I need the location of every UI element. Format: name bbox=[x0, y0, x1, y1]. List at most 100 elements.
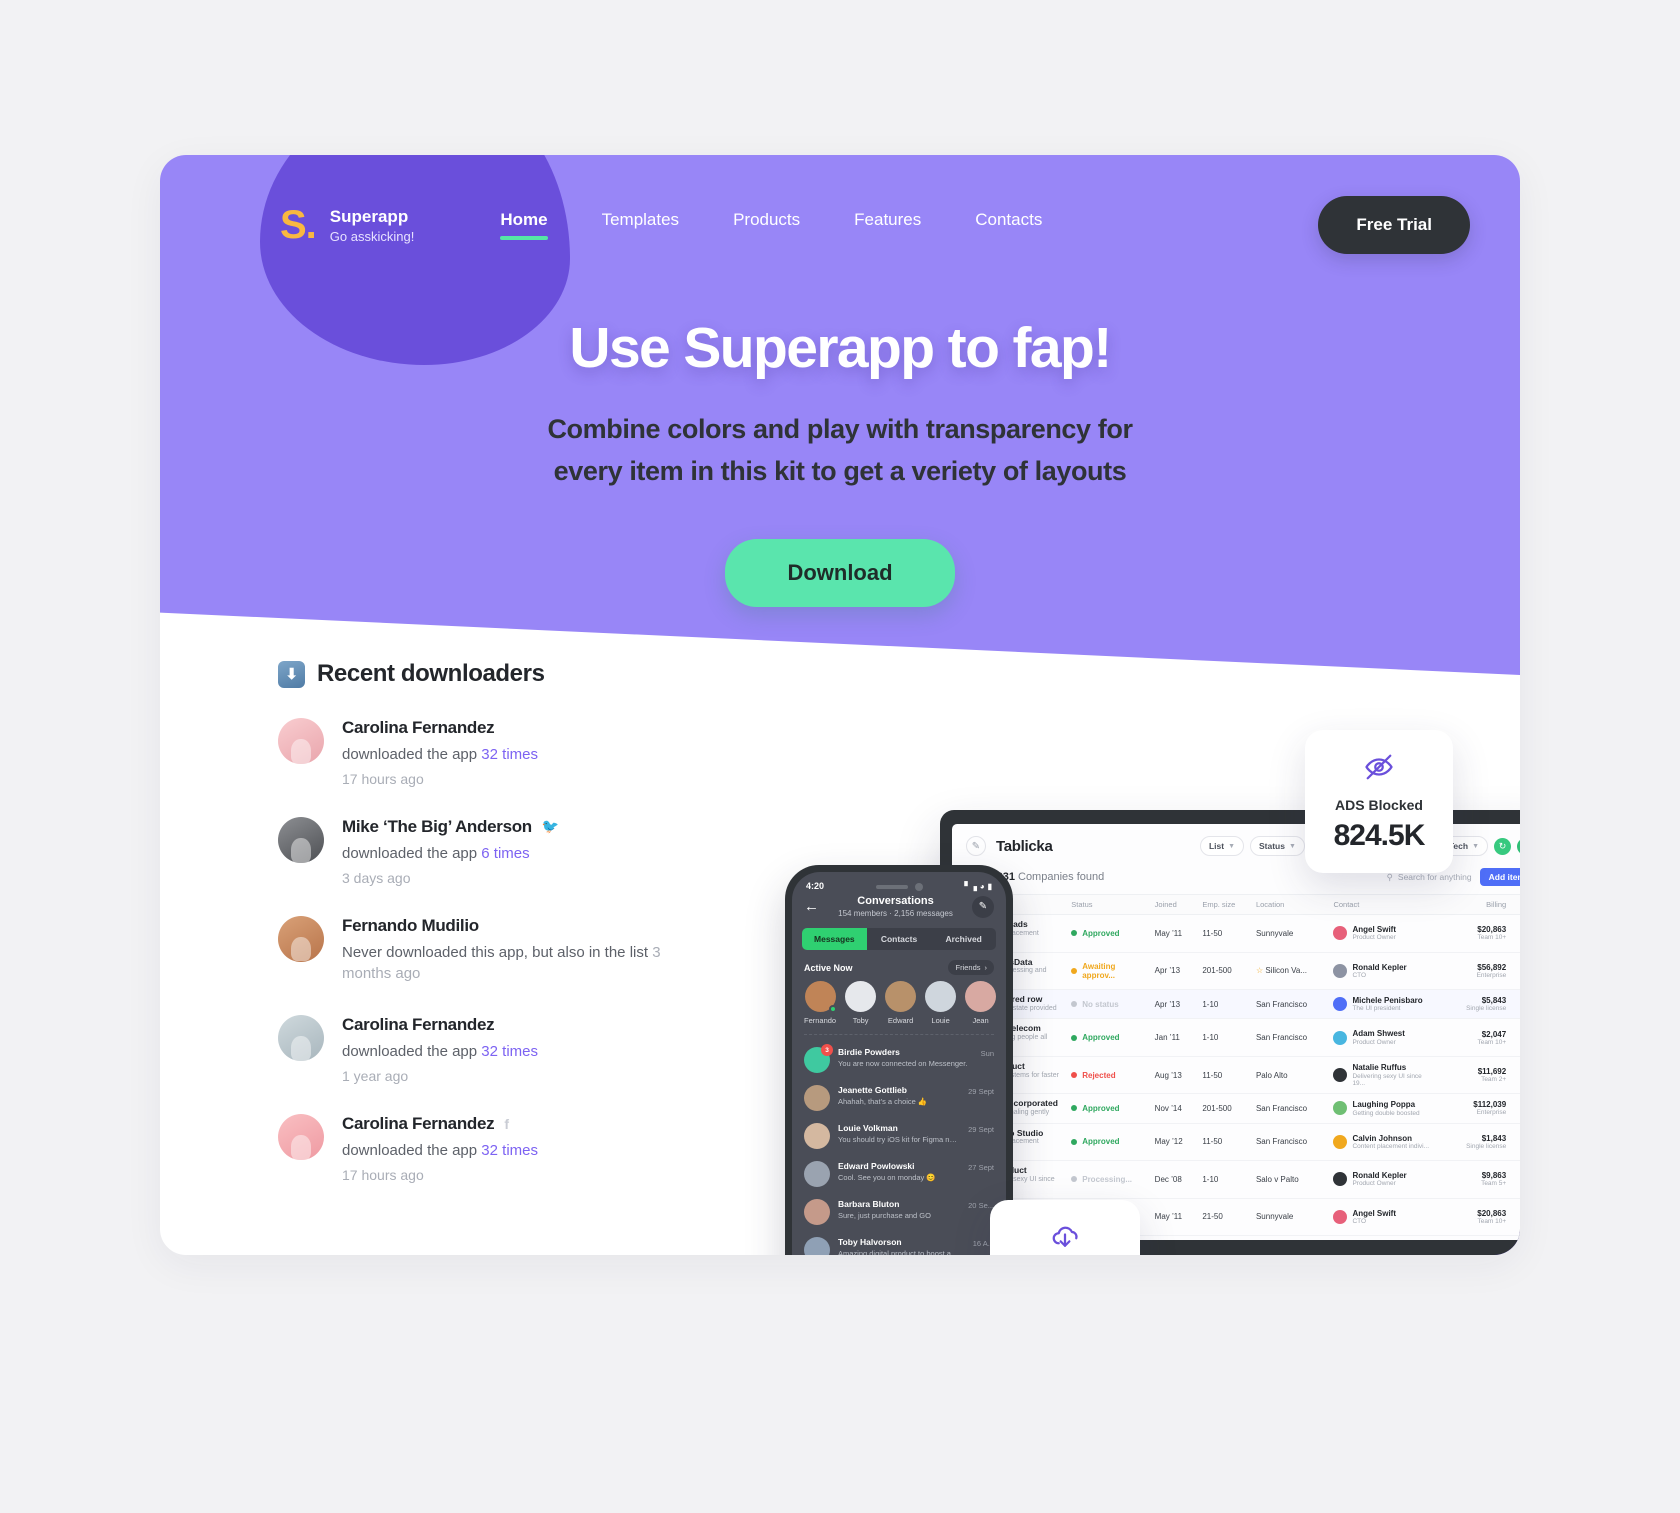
nav-item-contacts[interactable]: Contacts bbox=[975, 210, 1042, 240]
contact-role: CTO bbox=[1352, 1217, 1367, 1225]
column-header[interactable]: Billing bbox=[1440, 894, 1513, 915]
downloader-times-link[interactable]: 32 times bbox=[481, 1043, 538, 1060]
check-icon[interactable]: ✓ bbox=[1517, 837, 1520, 855]
messages-list: 3 Birdie Powders You are now connected on … bbox=[792, 1035, 1006, 1255]
contact-avatar bbox=[1333, 1101, 1348, 1116]
dashboard-screen: ✎ Tablicka List▼Status▼Locaton▼Billing▼T… bbox=[952, 824, 1520, 1240]
eye-off-icon bbox=[1315, 752, 1443, 787]
table-row[interactable]: JTJopka TelecomConnecting people all ove… bbox=[952, 1018, 1520, 1057]
downloader-row[interactable]: Carolina Fernandez downloaded the app 32 … bbox=[278, 718, 708, 787]
downloader-row[interactable]: Carolina Fernandez f downloaded the app 32… bbox=[278, 1113, 708, 1183]
table-row[interactable]: SXSexproductDelivering sexy UI since 19.… bbox=[952, 1160, 1520, 1199]
message-row[interactable]: Louie Volkman You should try iOS kit for … bbox=[792, 1117, 1006, 1155]
add-item-button[interactable]: Add item bbox=[1479, 868, 1520, 886]
table-row[interactable]: ChChurkasDataVoice processing and anal..… bbox=[952, 952, 1520, 991]
downloader-desc-prefix: downloaded the app bbox=[342, 1043, 482, 1060]
downloader-times-link[interactable]: 32 times bbox=[481, 746, 538, 763]
downloader-time: 3 days ago bbox=[342, 869, 411, 886]
cell-billing: $9,863 Team 5+ bbox=[1440, 1160, 1513, 1199]
status-indicators: ▘▗ ◕ ▮ bbox=[964, 882, 992, 891]
status-dot-icon bbox=[1071, 1138, 1078, 1145]
row-edit-icon[interactable]: ⊘ bbox=[1512, 952, 1520, 991]
message-row[interactable]: Barbara Bluton Sure, just purchase and GO… bbox=[792, 1193, 1006, 1231]
status-time: 4:20 bbox=[806, 881, 825, 891]
row-edit-icon[interactable]: ⊘ bbox=[1512, 1123, 1520, 1162]
column-header[interactable]: Contact bbox=[1327, 894, 1441, 915]
row-edit-icon[interactable]: ⊘ bbox=[1512, 1018, 1520, 1057]
table-row[interactable]: DIDutka IncorporatedWe are inhaling gent… bbox=[952, 1093, 1520, 1124]
downloader-times-link[interactable]: 32 times bbox=[481, 1142, 538, 1159]
downloader-desc-prefix: Never downloaded this app, but also in t… bbox=[342, 943, 653, 961]
page-title: Use Superapp to fap! bbox=[569, 316, 1112, 380]
cell-status: Awaiting approv... bbox=[1065, 952, 1149, 991]
nav-item-home[interactable]: Home bbox=[500, 210, 548, 240]
contact-name: Adam Shwest bbox=[1352, 1029, 1405, 1039]
table-row[interactable]: SPSetproductDesign systems for faster ..… bbox=[952, 1056, 1520, 1095]
cell-location: Sunnyvale bbox=[1249, 1198, 1328, 1237]
nav-item-products[interactable]: Products bbox=[733, 210, 800, 240]
cell-emp-size: 21-50 bbox=[1196, 1198, 1250, 1237]
online-dot-icon bbox=[828, 1005, 837, 1013]
phone-tab-contacts[interactable]: Contacts bbox=[866, 928, 932, 950]
brand-logo[interactable]: S. Superapp Go asskicking! bbox=[280, 205, 414, 245]
contact-role: Delivering sexy UI since 19... bbox=[1352, 1072, 1422, 1087]
pencil-icon[interactable]: ✎ bbox=[966, 836, 986, 856]
active-person[interactable]: Toby bbox=[845, 981, 877, 1025]
message-row[interactable]: 3 Birdie Powders You are now connected on … bbox=[792, 1041, 1006, 1079]
top-navigation: S. Superapp Go asskicking! Home Templates… bbox=[160, 155, 1520, 295]
phone-tab-messages[interactable]: Messages bbox=[802, 928, 867, 950]
message-row[interactable]: Toby Halvorson Amazing digital product to… bbox=[792, 1231, 1006, 1255]
table-row[interactable]: CHCrazyheadsContent placement individ...… bbox=[952, 914, 1520, 953]
compose-icon[interactable]: ✎ bbox=[972, 895, 994, 918]
filter-chip-status[interactable]: Status ▼ bbox=[1250, 836, 1305, 856]
column-header[interactable]: Joined bbox=[1148, 894, 1197, 915]
row-edit-icon[interactable]: ⊘ bbox=[1512, 1160, 1520, 1199]
nav-item-features[interactable]: Features bbox=[854, 210, 921, 240]
message-row[interactable]: Edward Powlowski Cool. See you on monday … bbox=[792, 1155, 1006, 1193]
download-button[interactable]: Download bbox=[725, 538, 955, 607]
row-edit-icon[interactable]: ✎ bbox=[1512, 989, 1520, 1020]
billing-amount: $11,692 bbox=[1477, 1067, 1507, 1077]
downloader-row[interactable]: Carolina Fernandez downloaded the app 32 … bbox=[278, 1015, 708, 1084]
downloader-row[interactable]: Mike ‘The Big’ Anderson 🐦 downloaded the a… bbox=[278, 816, 708, 886]
row-edit-icon[interactable]: ⊘ bbox=[1512, 1198, 1520, 1237]
active-person[interactable]: Jean bbox=[965, 981, 997, 1025]
column-header[interactable]: Edit bbox=[1512, 894, 1520, 915]
downloaders-list: Carolina Fernandez downloaded the app 32 … bbox=[278, 718, 708, 1183]
table-header-row: CompanyStatusJoinedEmp. sizeLocationCont… bbox=[952, 894, 1520, 915]
column-header[interactable]: Emp. size bbox=[1196, 894, 1250, 915]
free-trial-button[interactable]: Free Trial bbox=[1318, 196, 1470, 254]
cell-billing: $5,843 Single license bbox=[1440, 989, 1513, 1020]
active-person[interactable]: Fernando bbox=[804, 981, 837, 1025]
contact-name: Laughing Poppa bbox=[1352, 1100, 1416, 1110]
row-edit-icon[interactable]: ⊘ bbox=[1512, 1235, 1520, 1240]
downloader-times-link[interactable]: 6 times bbox=[481, 845, 529, 862]
message-preview: Ahahah, that’s a choice 👍 bbox=[838, 1097, 928, 1106]
column-header[interactable]: Status bbox=[1065, 894, 1149, 915]
active-person[interactable]: Louie bbox=[925, 981, 957, 1025]
search-input[interactable]: ⚲ Search for anything bbox=[1387, 872, 1472, 883]
facebook-icon[interactable]: f bbox=[504, 1116, 509, 1132]
filter-chip-list[interactable]: List ▼ bbox=[1199, 836, 1244, 856]
back-arrow-icon[interactable]: ← bbox=[804, 898, 819, 915]
nav-item-templates[interactable]: Templates bbox=[602, 210, 679, 240]
cell-emp-size: 1-10 bbox=[1196, 989, 1250, 1020]
downloader-name: Mike ‘The Big’ Anderson 🐦 bbox=[342, 817, 708, 837]
column-header[interactable]: Location bbox=[1249, 894, 1328, 915]
friends-chip[interactable]: Friends › bbox=[948, 960, 994, 975]
active-person[interactable]: Edward bbox=[885, 981, 917, 1025]
phone-tab-archived[interactable]: Archived bbox=[931, 928, 996, 950]
cell-contact: Angel Swift Product Owner bbox=[1327, 914, 1441, 953]
wifi-icon: ◕ bbox=[979, 881, 985, 891]
message-row[interactable]: Jeanette Gottlieb Ahahah, that’s a choice… bbox=[792, 1079, 1006, 1117]
row-edit-icon[interactable]: ⊘ bbox=[1512, 1056, 1520, 1095]
downloader-row[interactable]: Fernando Mudilio Never downloaded this ap… bbox=[278, 915, 708, 986]
avatar bbox=[278, 1113, 324, 1160]
refresh-icon[interactable]: ↻ bbox=[1494, 837, 1511, 855]
twitter-icon[interactable]: 🐦 bbox=[542, 818, 559, 835]
table-row[interactable]: OHOnhovered rowAdditional state provided… bbox=[952, 989, 1520, 1020]
cell-emp-size: 201-500 bbox=[1196, 1235, 1250, 1240]
row-edit-icon[interactable]: ⊘ bbox=[1512, 914, 1520, 953]
table-row[interactable]: iDinDinero StudioContent placement indiv… bbox=[952, 1123, 1520, 1162]
row-edit-icon[interactable]: ⊘ bbox=[1512, 1093, 1520, 1124]
